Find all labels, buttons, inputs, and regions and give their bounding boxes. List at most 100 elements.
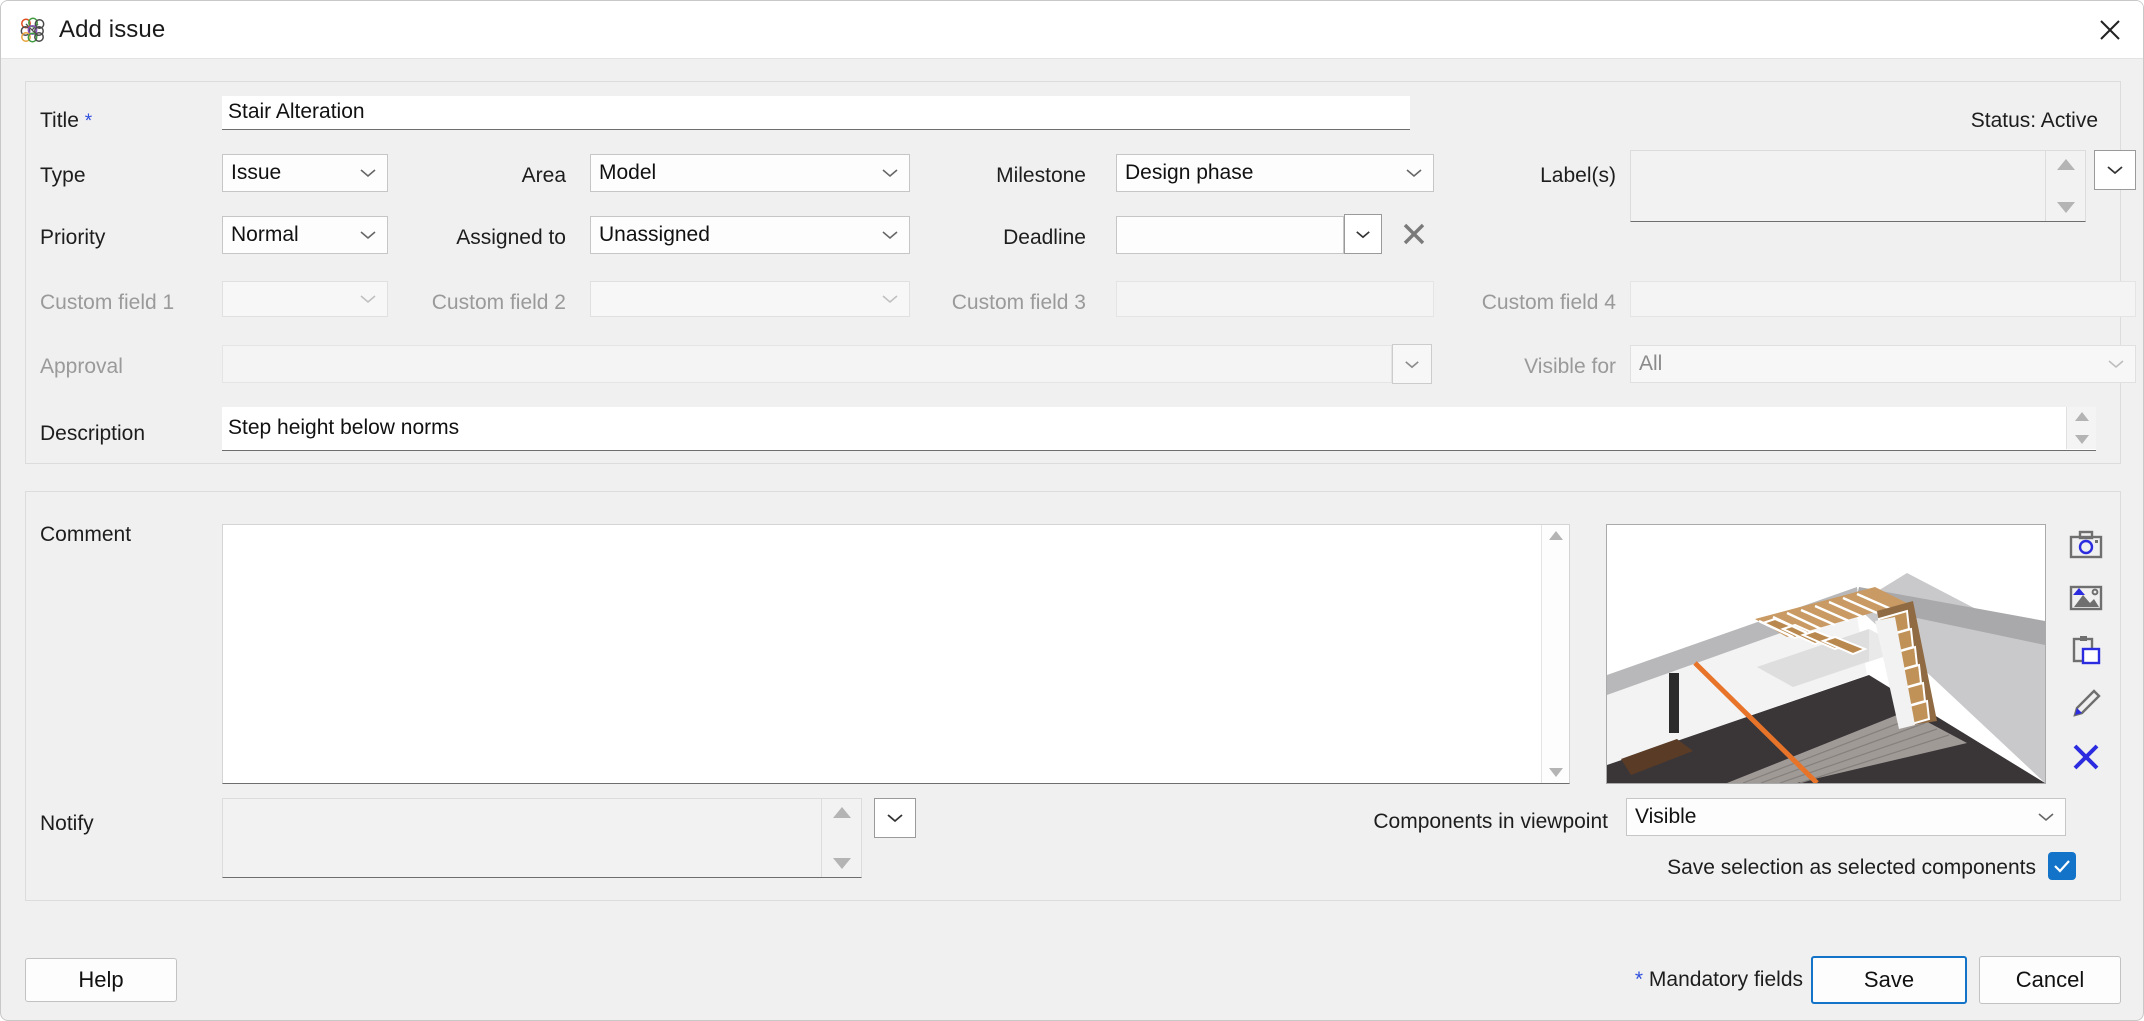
comment-scrollbar[interactable] xyxy=(1541,525,1569,783)
required-marker: * xyxy=(84,111,93,132)
labels-scroll[interactable] xyxy=(2045,151,2085,221)
components-in-viewpoint-label: Components in viewpoint xyxy=(1373,810,1608,833)
comment-field[interactable] xyxy=(222,524,1570,784)
custom-field-3-label: Custom field 3 xyxy=(951,291,1086,314)
scroll-down-icon[interactable] xyxy=(2074,435,2089,444)
mandatory-fields-text: Mandatory fields xyxy=(1648,968,1803,991)
area-select[interactable]: Model xyxy=(590,154,910,192)
labels-label: Label(s) xyxy=(1540,164,1616,187)
custom-field-4-input[interactable] xyxy=(1630,281,2136,317)
chevron-down-icon xyxy=(882,169,898,178)
chevron-down-icon xyxy=(2038,813,2054,822)
labels-dropdown-button[interactable] xyxy=(2094,150,2136,190)
scroll-down-icon[interactable] xyxy=(832,858,851,869)
close-button[interactable] xyxy=(2075,1,2143,58)
mandatory-fields-note: * Mandatory fields xyxy=(1635,968,1803,992)
custom-field-1-select[interactable] xyxy=(222,281,388,317)
notify-listbox[interactable] xyxy=(222,798,862,878)
paste-image-button[interactable] xyxy=(2066,631,2106,671)
chevron-down-icon xyxy=(360,295,376,304)
deadline-clear-button[interactable] xyxy=(1394,214,1434,254)
camera-icon xyxy=(2069,530,2103,559)
cancel-button-label: Cancel xyxy=(2015,967,2085,992)
dialog-titlebar: Add issue xyxy=(1,1,2143,59)
milestone-label: Milestone xyxy=(996,164,1086,187)
select-image-button[interactable] xyxy=(2066,578,2106,618)
chevron-down-icon xyxy=(2107,166,2123,175)
snapshot-button[interactable] xyxy=(2066,525,2106,565)
check-icon xyxy=(2054,860,2070,873)
assigned-to-select[interactable]: Unassigned xyxy=(590,216,910,254)
description-input[interactable] xyxy=(222,407,2058,449)
help-button-label: Help xyxy=(78,967,124,992)
components-in-viewpoint-select[interactable]: Visible xyxy=(1626,798,2066,836)
chevron-down-icon xyxy=(1406,169,1422,178)
custom-field-4-label: Custom field 4 xyxy=(1481,291,1616,314)
deadline-dropdown-button[interactable] xyxy=(1344,214,1382,254)
milestone-select[interactable]: Design phase xyxy=(1116,154,1434,192)
help-button[interactable]: Help xyxy=(25,958,177,1002)
custom-field-2-label: Custom field 2 xyxy=(431,291,566,314)
save-button[interactable]: Save xyxy=(1811,956,1967,1004)
labels-listbox[interactable] xyxy=(1630,150,2086,222)
scroll-up-icon[interactable] xyxy=(832,807,851,818)
description-field[interactable] xyxy=(222,407,2096,451)
comment-input[interactable] xyxy=(223,525,1541,783)
approval-label: Approval xyxy=(40,355,123,378)
cancel-button[interactable]: Cancel xyxy=(1979,956,2121,1004)
visible-for-value: All xyxy=(1639,352,1663,375)
save-selection-label: Save selection as selected components xyxy=(1667,856,2036,879)
components-in-viewpoint-value: Visible xyxy=(1635,805,1697,828)
approval-input[interactable] xyxy=(222,345,1392,383)
title-label: Title * xyxy=(40,109,93,132)
description-spinner[interactable] xyxy=(2066,407,2096,449)
description-label: Description xyxy=(40,422,146,445)
viewpoint-thumbnail[interactable] xyxy=(1606,524,2046,784)
clear-x-icon xyxy=(1403,223,1425,245)
paste-icon xyxy=(2072,636,2101,665)
area-value: Model xyxy=(599,161,657,184)
scroll-up-icon[interactable] xyxy=(1548,531,1563,540)
priority-label: Priority xyxy=(40,226,106,249)
issue-properties-panel: Title * Status: Active Type Issue Area M… xyxy=(25,81,2136,464)
image-icon xyxy=(2069,585,2103,611)
delete-x-icon xyxy=(2073,744,2099,770)
title-input[interactable] xyxy=(222,96,1410,130)
milestone-value: Design phase xyxy=(1125,161,1254,184)
chevron-down-icon xyxy=(887,814,903,823)
assigned-to-value: Unassigned xyxy=(599,223,710,246)
area-label: Area xyxy=(521,164,566,187)
chevron-down-icon xyxy=(2108,360,2124,369)
save-button-label: Save xyxy=(1863,967,1915,992)
chevron-down-icon xyxy=(360,169,376,178)
scroll-down-icon[interactable] xyxy=(2056,202,2075,213)
add-issue-dialog: Add issue Title * Status: Active Type Is… xyxy=(0,0,2144,1021)
type-select[interactable]: Issue xyxy=(222,154,388,192)
comment-label: Comment xyxy=(40,523,132,546)
deadline-input[interactable] xyxy=(1116,216,1344,254)
comment-viewpoint-panel: Comment Notify Components in viewpoint V… xyxy=(25,491,2121,901)
scroll-up-icon[interactable] xyxy=(2074,412,2089,421)
custom-field-3-input[interactable] xyxy=(1116,281,1434,317)
delete-image-button[interactable] xyxy=(2066,737,2106,777)
priority-value: Normal xyxy=(231,223,299,246)
mandatory-star: * xyxy=(1634,968,1644,991)
save-selection-checkbox[interactable] xyxy=(2048,852,2076,880)
notify-label: Notify xyxy=(40,812,94,835)
assigned-to-label: Assigned to xyxy=(456,226,566,249)
notify-scroll[interactable] xyxy=(821,799,861,877)
pencil-icon xyxy=(2073,689,2101,717)
scroll-up-icon[interactable] xyxy=(2056,159,2075,170)
dialog-title: Add issue xyxy=(59,15,166,43)
visible-for-select[interactable]: All xyxy=(1630,345,2136,383)
visible-for-label: Visible for xyxy=(1524,355,1616,378)
type-value: Issue xyxy=(231,161,282,184)
notify-dropdown-button[interactable] xyxy=(874,798,916,838)
chevron-down-icon xyxy=(882,231,898,240)
viewpoint-image xyxy=(1607,525,2045,783)
status-text: Status: Active xyxy=(1970,109,2098,132)
type-label: Type xyxy=(40,164,86,187)
scroll-down-icon[interactable] xyxy=(1548,768,1563,777)
edit-image-button[interactable] xyxy=(2066,684,2106,724)
deadline-label: Deadline xyxy=(1003,226,1086,249)
